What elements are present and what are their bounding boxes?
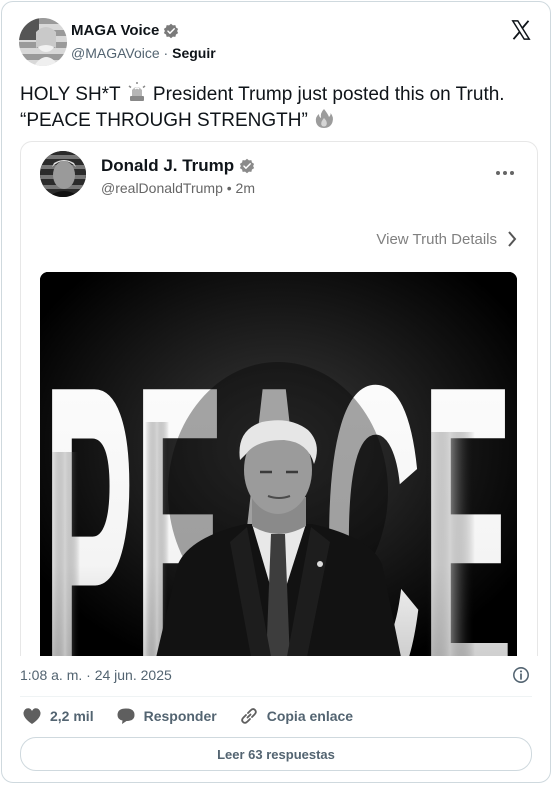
separator-dot: · (163, 45, 169, 61)
fire-emoji-icon (315, 109, 334, 128)
link-icon (240, 708, 257, 724)
view-truth-details-link[interactable]: View Truth Details (376, 230, 517, 248)
author-handle-row: @MAGAVoice · Seguir (71, 45, 216, 61)
copy-link-label: Copia enlace (266, 708, 354, 724)
quoted-author-name[interactable]: Donald J. Trump (101, 156, 234, 176)
quoted-author-handle-row: @realDonaldTrump • 2m (101, 180, 255, 196)
verified-icon (240, 158, 255, 174)
info-icon[interactable] (512, 666, 530, 684)
view-truth-details-label: View Truth Details (376, 230, 497, 248)
quoted-author-avatar[interactable] (40, 151, 86, 197)
author-name-row[interactable]: MAGA Voice (71, 22, 179, 39)
x-logo-icon[interactable] (510, 19, 532, 41)
divider (20, 696, 532, 697)
reply-icon (117, 708, 135, 724)
quoted-post-time: • 2m (226, 180, 255, 196)
author-avatar[interactable] (19, 18, 67, 66)
tweet-text-part2: President Trump just posted this on Trut… (152, 84, 505, 105)
tweet-embed-card: MAGA Voice @MAGAVoice · Seguir HOLY SH*T… (1, 1, 551, 783)
read-replies-button[interactable]: Leer 63 respuestas (20, 737, 532, 771)
author-handle[interactable]: @MAGAVoice (71, 45, 160, 61)
like-button[interactable]: 2,2 mil (22, 707, 94, 725)
chevron-right-icon (508, 231, 517, 247)
action-bar: 2,2 mil Responder Copia enlace (22, 706, 375, 726)
tweet-text: HOLY SH*T President Trump just posted th… (20, 81, 540, 133)
follow-link[interactable]: Seguir (172, 45, 216, 61)
quoted-truth-card[interactable]: Donald J. Trump @realDonaldTrump • 2m Vi… (20, 141, 538, 656)
author-name[interactable]: MAGA Voice (71, 22, 159, 39)
post-image[interactable]: PEACE (40, 272, 517, 656)
verified-icon (164, 23, 179, 38)
quoted-author-name-row[interactable]: Donald J. Trump (101, 156, 255, 176)
quoted-author-handle[interactable]: @realDonaldTrump (101, 180, 223, 196)
tweet-text-line2: “PEACE THROUGH STRENGTH” (20, 110, 308, 131)
more-icon[interactable] (495, 170, 515, 176)
heart-icon (23, 708, 41, 724)
reply-label: Responder (143, 708, 217, 724)
copy-link-button[interactable]: Copia enlace (239, 706, 353, 726)
tweet-text-part1: HOLY SH*T (20, 84, 121, 105)
reply-button[interactable]: Responder (116, 707, 217, 725)
siren-emoji-icon (128, 82, 146, 101)
like-count: 2,2 mil (50, 708, 94, 724)
timestamp[interactable]: 1:08 a. m. · 24 jun. 2025 (20, 667, 172, 683)
